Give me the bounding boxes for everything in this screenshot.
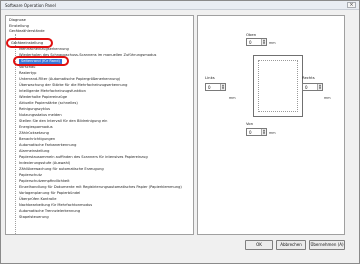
tree-item-vorlagenplanung[interactable]: Vorlagenplanung für Papierbündel [19,191,80,196]
tree-item-indexierungsstufe[interactable]: Indexierungsstufe (Auswahl) [19,161,70,166]
highlight-geraeteeinstellung [6,38,53,48]
bottom-margin-label: Von [246,121,254,126]
left-margin-unit: mm [229,96,236,100]
top-margin-arrows[interactable]: ▲ ▼ [261,39,266,45]
tree-item-einzelhandlung[interactable]: Einzelhandlung für Dokumente mit Registr… [19,185,182,190]
tree-item-nutzungsstatus[interactable]: Nutzungsstatus melden [19,113,62,118]
cancel-button[interactable]: Abbrechen [276,240,306,250]
right-margin-unit: mm [324,96,331,100]
ok-button[interactable]: OK [245,240,273,250]
close-icon[interactable]: × [347,2,356,8]
tree-item-ueberpruefen[interactable]: Überprüfen Kontrolle [19,197,56,202]
right-margin-label: Rechts [302,75,315,80]
tree-item-wiederholte-einzuege[interactable]: Wiederholte Papiereinzüge [19,95,67,100]
tree-item-energiesparmodus[interactable]: Energiesparmodus [19,125,53,130]
tree-item-diagnose[interactable]: Diagnose [9,18,26,23]
tree-item-bildreinigung-intervall[interactable]: Stellen Sie den Intervall für den Bildre… [19,119,107,124]
tree-item-unterrand-filter[interactable]: Unterrand-Filter (Automatische Papiergrö… [19,77,120,82]
bottom-margin-arrows[interactable]: ▲ ▼ [261,129,266,135]
tree-item-farberkennung[interactable]: Automatische Farbanerkennung [19,143,76,148]
tree-item-papierschutzempfindlichkeit[interactable]: Papierschutzempfindlichkeit [19,179,70,184]
spin-down-icon[interactable]: ▼ [221,87,225,90]
tree-item-zaehlueberwachung[interactable]: Zählüberwachung für automatische Erzeugu… [19,167,104,172]
right-margin-arrows[interactable]: ▲ ▼ [317,84,322,90]
window-title: Software Operation Panel [5,3,56,8]
top-margin-value[interactable]: 0 [249,40,252,45]
title-bar: Software Operation Panel × [1,1,359,10]
top-margin-unit: mm [269,41,276,45]
tree-item-alarmeinstellung[interactable]: Alarmeinstellung [19,149,49,154]
top-margin-spinner[interactable]: 0 ▲ ▼ [246,38,267,46]
tree-item-nachbearbeitung[interactable]: Nachbearbeitung für Mehrfachtonmodus [19,203,92,208]
tree-item-rastertyp[interactable]: Rastertyp [19,71,36,76]
bottom-margin-spinner[interactable]: 0 ▲ ▼ [246,128,267,136]
bottom-margin-value[interactable]: 0 [249,130,252,135]
highlight-seitenrand [13,56,69,66]
tree-item-intelligente-funktion[interactable]: Intelligente Mehrfacheinzugsfunktion [19,89,86,94]
apply-button[interactable]: Übernehmen (A) [309,240,345,250]
tree-item-papierstau[interactable]: Papierstausammeln auffinden des Scanners… [19,155,148,160]
tree-item-reinigungszyklus[interactable]: Reinigungszyklus [19,107,50,112]
left-margin-spinner[interactable]: 0 ▲ ▼ [205,83,226,91]
spin-down-icon[interactable]: ▼ [262,132,266,135]
right-margin-value[interactable]: 0 [305,85,308,90]
margin-settings-panel [197,15,345,235]
page-margin-outline [258,60,298,112]
tree-item-papierstaerke[interactable]: Aktuelle Papierstärke (schnelles) [19,101,78,106]
left-margin-label: Links [205,75,215,80]
page-preview [253,55,303,117]
spin-down-icon[interactable]: ▼ [318,87,322,90]
bottom-margin-unit: mm [269,131,276,135]
spin-down-icon[interactable]: ▼ [262,42,266,45]
top-margin-label: Oben [246,32,257,37]
tree-item-stapelsteuerung[interactable]: Stapelsteuerung [19,215,49,220]
left-margin-arrows[interactable]: ▲ ▼ [220,84,225,90]
tree-item-zaehlruecksetzung[interactable]: Zählrücksetzung [19,131,49,136]
right-margin-spinner[interactable]: 0 ▲ ▼ [302,83,323,91]
tree-item-staerke-ueberwachung[interactable]: Überwachung der Stärke für die Mehrfache… [19,83,127,88]
tree-item-trennzielerkennung[interactable]: Automatische Trennzielerkennung [19,209,80,214]
left-margin-value[interactable]: 0 [208,85,211,90]
tree-item-papierschutz[interactable]: Papierschutz [19,173,42,178]
settings-tree[interactable]: Diagnose Einstellung Gerätezählerstände … [5,15,194,235]
tree-item-geraetezaehlerstaende[interactable]: Gerätezählerstände [9,29,45,34]
tree-item-benachrichtigungen[interactable]: Benachrichtigungen [19,137,55,142]
